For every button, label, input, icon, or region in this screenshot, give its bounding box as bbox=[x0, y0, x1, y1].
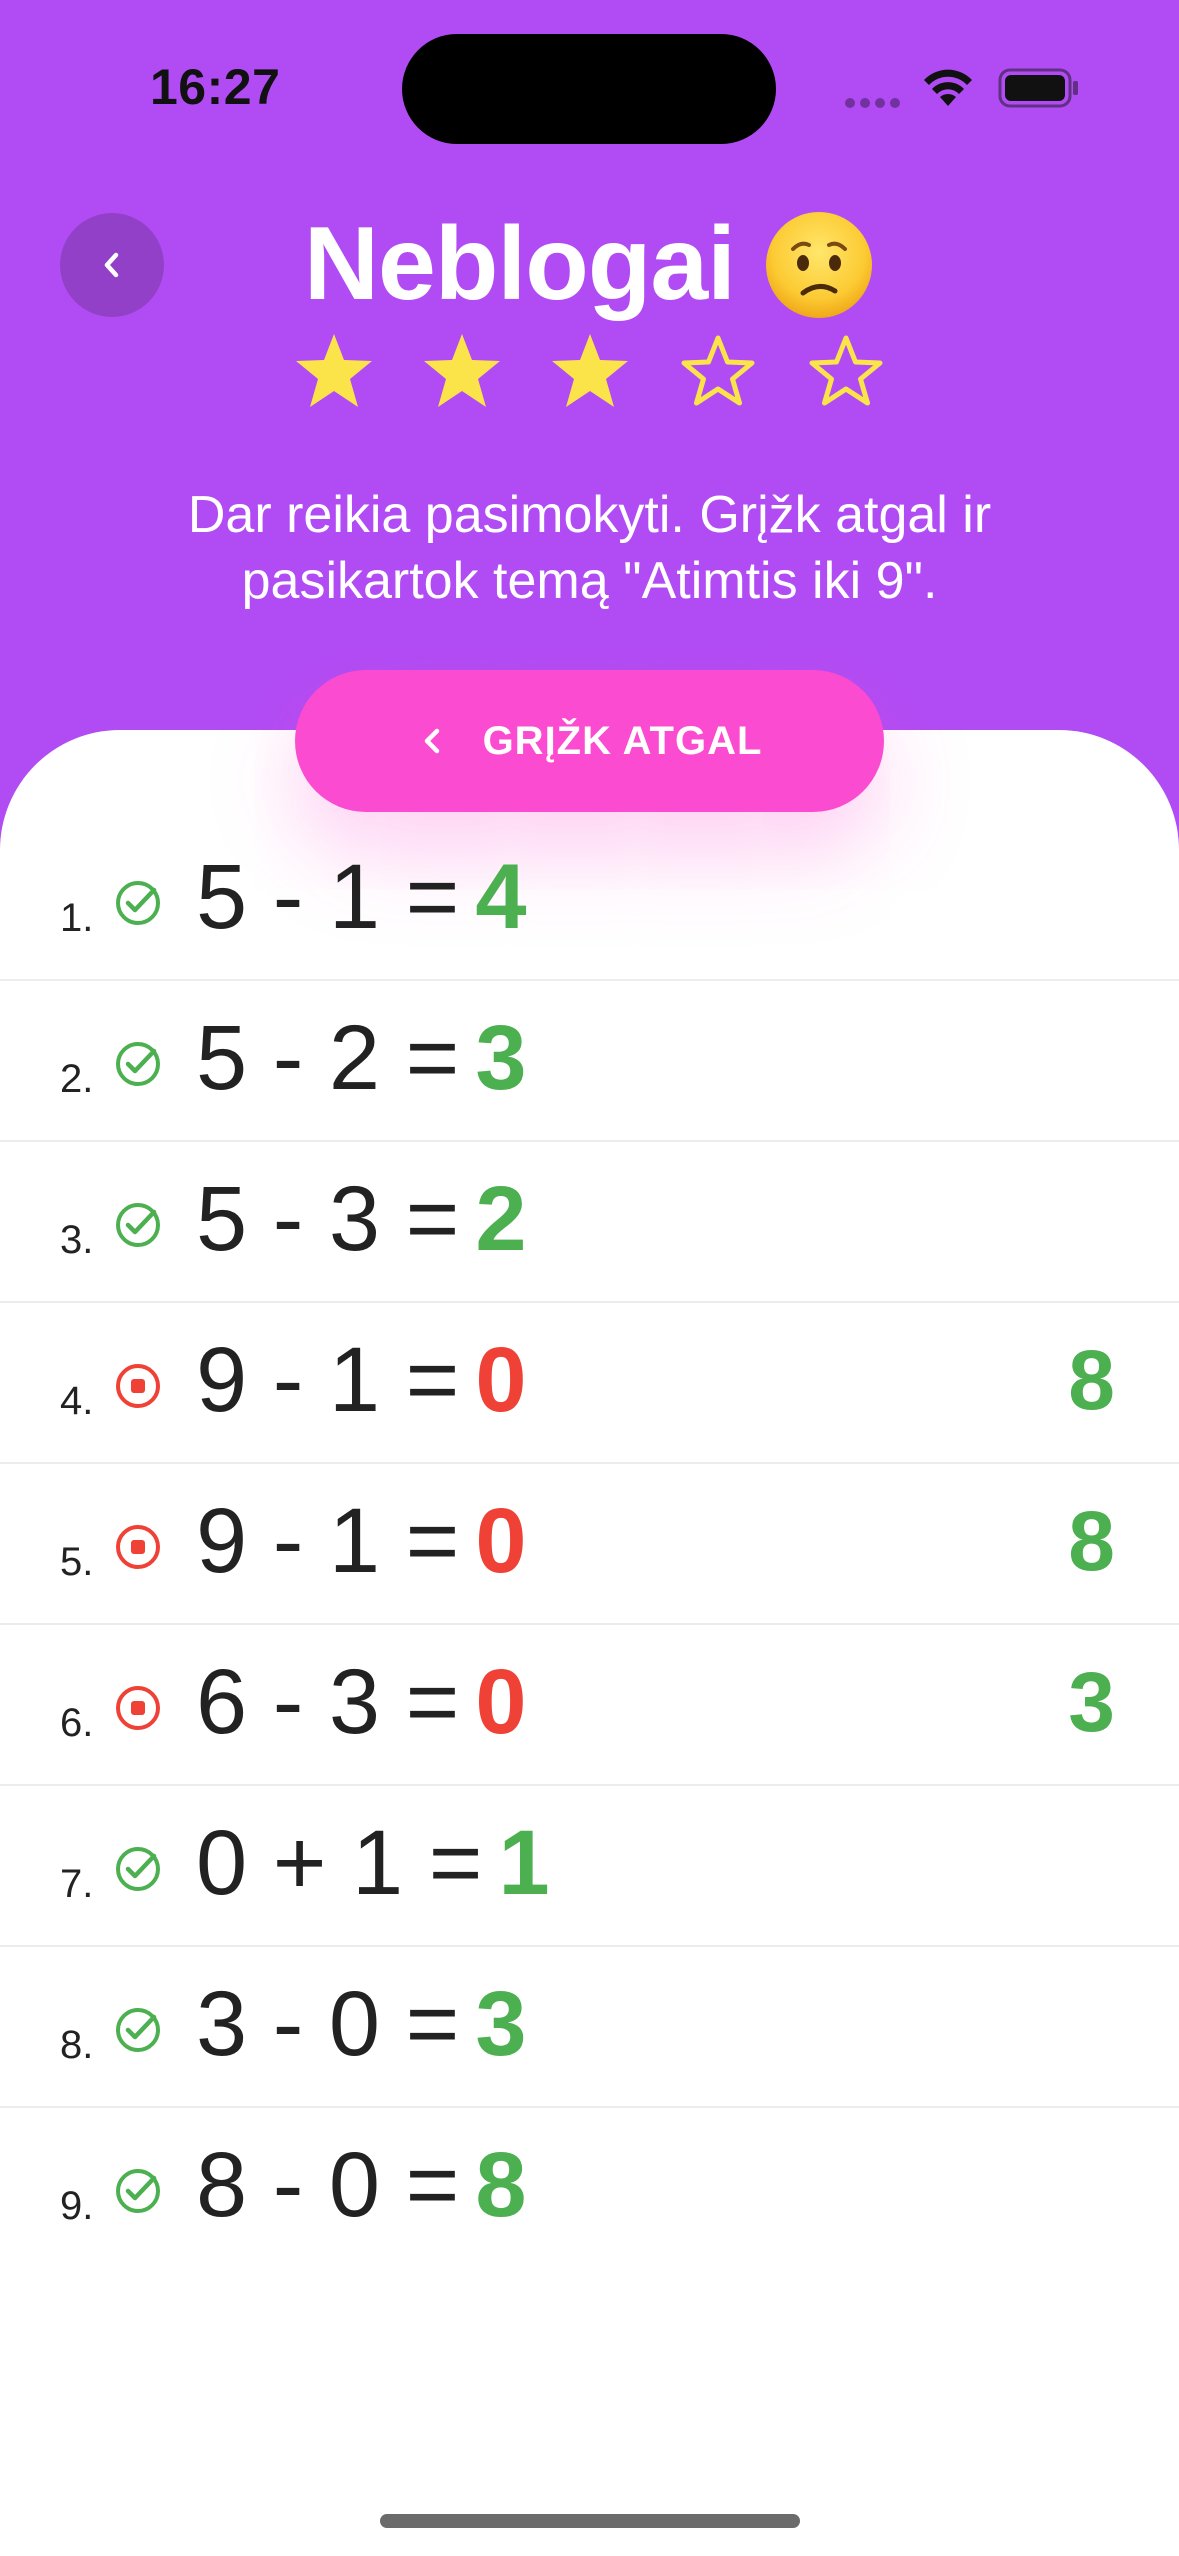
home-indicator[interactable] bbox=[380, 2514, 800, 2528]
stop-circle-icon bbox=[116, 1525, 160, 1569]
row-number: 1. bbox=[60, 896, 94, 940]
given-answer: 0 bbox=[475, 1651, 527, 1753]
expression: 3 - 0 = bbox=[196, 1973, 460, 2075]
equation: 5 - 1 = 4 bbox=[196, 842, 527, 952]
given-answer: 0 bbox=[475, 1329, 527, 1431]
row-number: 5. bbox=[60, 1540, 94, 1584]
go-back-label: GRĮŽK ATGAL bbox=[482, 718, 763, 763]
correct-answer: 8 bbox=[1068, 1494, 1115, 1588]
stop-circle-icon bbox=[116, 1686, 160, 1730]
equation: 9 - 1 = 0 bbox=[196, 1486, 527, 1596]
row-number: 3. bbox=[60, 1218, 94, 1262]
equation: 3 - 0 = 3 bbox=[196, 1969, 527, 2079]
expression: 5 - 3 = bbox=[196, 1168, 460, 1270]
star-outline-icon bbox=[681, 335, 754, 406]
row-number: 2. bbox=[60, 1057, 94, 1101]
result-row: 7. 0 + 1 = 1 bbox=[0, 1786, 1179, 1947]
dynamic-island bbox=[402, 34, 776, 144]
page-title: Neblogai bbox=[303, 206, 736, 322]
confused-face-emoji bbox=[766, 211, 873, 318]
result-row: 2. 5 - 2 = 3 bbox=[0, 981, 1179, 1142]
expression: 8 - 0 = bbox=[196, 2134, 460, 2236]
row-number: 8. bbox=[60, 2023, 94, 2067]
results-list: 1. 5 - 1 = 4 2. 5 - 2 = 3 3. 5 - 3 = 2 4. 9… bbox=[0, 820, 1179, 2269]
check-circle-icon bbox=[116, 1203, 160, 1247]
star-filled-icon bbox=[551, 334, 628, 407]
check-circle-icon bbox=[116, 2169, 160, 2213]
chevron-left-icon bbox=[424, 728, 439, 754]
row-number: 4. bbox=[60, 1379, 94, 1423]
star-outline-icon bbox=[809, 335, 882, 406]
title-container: Neblogai bbox=[0, 205, 1179, 324]
check-circle-icon bbox=[116, 1042, 160, 1086]
correct-answer: 8 bbox=[1068, 1333, 1115, 1427]
given-answer: 8 bbox=[475, 2134, 527, 2236]
correct-answer: 3 bbox=[1068, 1655, 1115, 1749]
row-number: 6. bbox=[60, 1701, 94, 1745]
battery-icon bbox=[998, 68, 1078, 108]
expression: 5 - 1 = bbox=[196, 846, 460, 948]
row-number: 9. bbox=[60, 2184, 94, 2228]
rating-stars bbox=[0, 330, 1179, 412]
given-answer: 4 bbox=[475, 846, 527, 948]
expression: 9 - 1 = bbox=[196, 1490, 460, 1592]
equation: 8 - 0 = 8 bbox=[196, 2130, 527, 2240]
given-answer: 0 bbox=[475, 1490, 527, 1592]
equation: 6 - 3 = 0 bbox=[196, 1647, 527, 1757]
given-answer: 3 bbox=[475, 1007, 527, 1109]
given-answer: 3 bbox=[475, 1973, 527, 2075]
star-filled-icon bbox=[423, 334, 500, 407]
equation: 5 - 3 = 2 bbox=[196, 1164, 527, 1274]
expression: 5 - 2 = bbox=[196, 1007, 460, 1109]
go-back-button[interactable]: GRĮŽK ATGAL bbox=[295, 670, 884, 812]
result-row: 1. 5 - 1 = 4 bbox=[0, 820, 1179, 981]
row-number: 7. bbox=[60, 1862, 94, 1906]
result-row: 3. 5 - 3 = 2 bbox=[0, 1142, 1179, 1303]
star-filled-icon bbox=[295, 334, 372, 407]
status-time: 16:27 bbox=[150, 59, 281, 115]
result-row: 6. 6 - 3 = 0 3 bbox=[0, 1625, 1179, 1786]
result-row: 9. 8 - 0 = 8 bbox=[0, 2108, 1179, 2269]
check-circle-icon bbox=[116, 881, 160, 925]
result-message: Dar reikia pasimokyti. Grįžk atgal ir pa… bbox=[187, 486, 992, 610]
expression: 9 - 1 = bbox=[196, 1329, 460, 1431]
stop-circle-icon bbox=[116, 1364, 160, 1408]
result-row: 5. 9 - 1 = 0 8 bbox=[0, 1464, 1179, 1625]
check-circle-icon bbox=[116, 2008, 160, 2052]
equation: 0 + 1 = 1 bbox=[196, 1808, 550, 1918]
result-title: Neblogai bbox=[304, 205, 875, 324]
check-circle-icon bbox=[116, 1847, 160, 1891]
expression: 0 + 1 = bbox=[196, 1812, 483, 1914]
given-answer: 1 bbox=[498, 1812, 550, 1914]
expression: 6 - 3 = bbox=[196, 1651, 460, 1753]
wifi-icon bbox=[924, 69, 972, 106]
result-row: 8. 3 - 0 = 3 bbox=[0, 1947, 1179, 2108]
equation: 5 - 2 = 3 bbox=[196, 1003, 527, 1113]
given-answer: 2 bbox=[475, 1168, 527, 1270]
equation: 9 - 1 = 0 bbox=[196, 1325, 527, 1435]
cellular-signal-icon bbox=[845, 95, 905, 108]
result-row: 4. 9 - 1 = 0 8 bbox=[0, 1303, 1179, 1464]
results-screen: 16:27 Neblogai Dar reikia pasimokyti. Gr… bbox=[0, 0, 1179, 2556]
